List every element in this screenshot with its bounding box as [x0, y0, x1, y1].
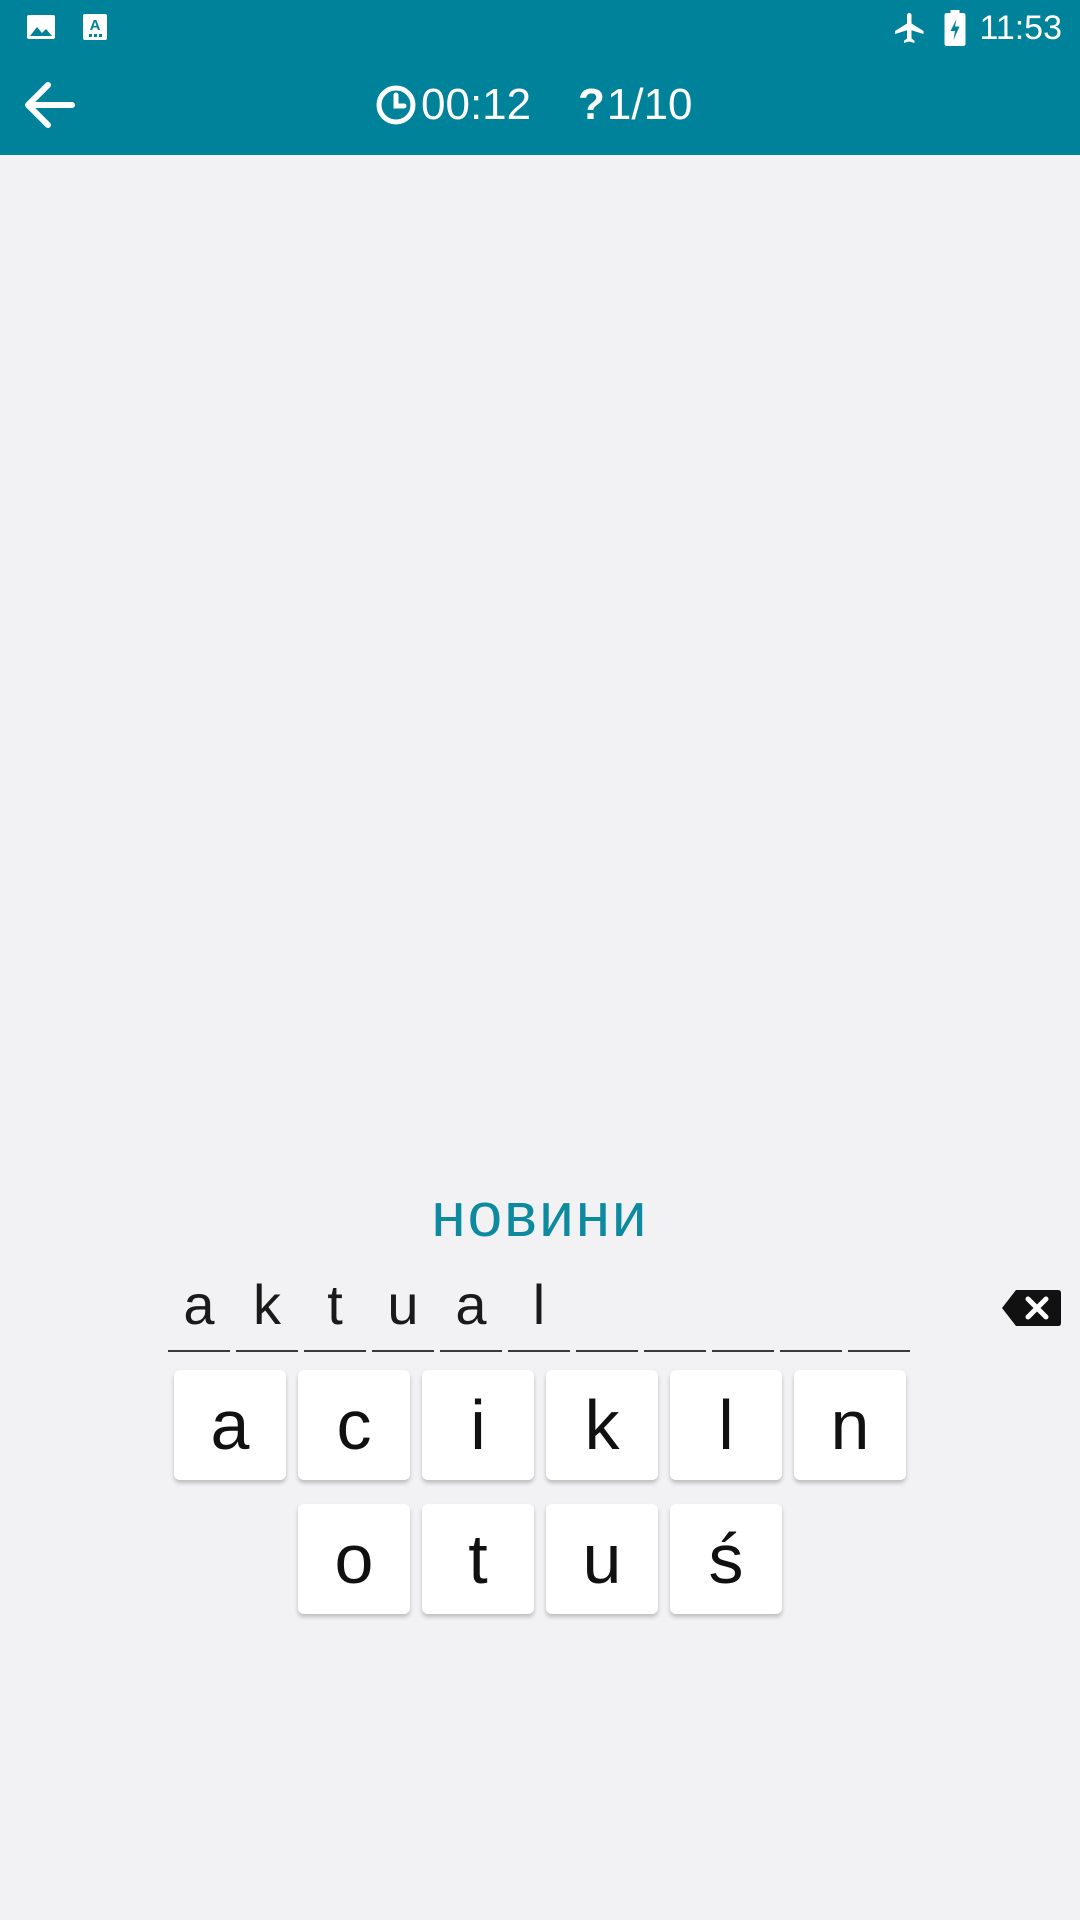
answer-slot: k [236, 1270, 298, 1352]
letter-key[interactable]: o [298, 1504, 410, 1614]
letter-keys-row-2: o t u ś [298, 1504, 794, 1614]
answer-slots: a k t u a l [168, 1270, 916, 1352]
font-app-icon: A [83, 14, 107, 40]
status-time: 11:53 [979, 9, 1062, 47]
airplane-mode-icon [895, 13, 924, 43]
letter-key[interactable]: l [670, 1370, 782, 1480]
question-mark-icon: ? [578, 80, 605, 129]
answer-slot: a [440, 1270, 502, 1352]
letter-key[interactable]: c [298, 1370, 410, 1480]
letter-key[interactable]: t [422, 1504, 534, 1614]
letter-key[interactable]: ś [670, 1504, 782, 1614]
letter-key[interactable]: u [546, 1504, 658, 1614]
svg-text:A: A [90, 17, 101, 34]
clock-icon [376, 85, 416, 125]
answer-slot [644, 1270, 706, 1352]
letter-key[interactable]: k [546, 1370, 658, 1480]
question-progress: ? 1/10 [578, 79, 693, 131]
letter-key[interactable]: i [422, 1370, 534, 1480]
answer-slot [576, 1270, 638, 1352]
letter-key[interactable]: a [174, 1370, 286, 1480]
prompt-word: новини [431, 1181, 649, 1250]
answer-slot [780, 1270, 842, 1352]
backspace-icon[interactable] [1000, 1288, 1062, 1328]
battery-charging-icon [944, 10, 966, 46]
arrow-left-icon[interactable] [14, 75, 86, 135]
app-bar: 00:12 ? 1/10 [0, 55, 1080, 155]
answer-slot [848, 1270, 910, 1352]
status-bar: A 11:53 [0, 0, 1080, 55]
letter-key[interactable]: n [794, 1370, 906, 1480]
timer: 00:12 [375, 79, 531, 131]
letter-keys-row-1: a c i k l n [174, 1370, 918, 1480]
answer-slot: t [304, 1270, 366, 1352]
answer-slot [712, 1270, 774, 1352]
answer-slot: l [508, 1270, 570, 1352]
image-icon [27, 15, 55, 39]
answer-slot: u [372, 1270, 434, 1352]
progress-value: 1/10 [606, 80, 693, 129]
answer-slot: a [168, 1270, 230, 1352]
timer-value: 00:12 [421, 80, 532, 129]
